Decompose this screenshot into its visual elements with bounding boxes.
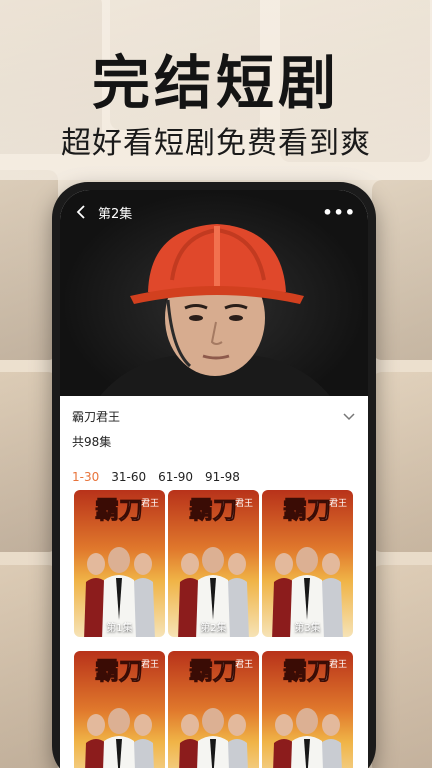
episode-poster: 霸刀 君王 [178,496,253,637]
promo-title: 完结短剧 [91,49,340,117]
episode-label: 第3集 [294,623,321,634]
episode-grid: 霸刀 君王 第1集 霸刀 君王 第2集 霸刀 君王 第3集 霸刀 君王 霸刀 君… [74,490,353,768]
background-poster [372,565,432,768]
episode-card-2[interactable]: 霸刀 君王 第2集 [168,490,259,637]
episode-poster: 霸刀 君王 [273,657,347,768]
poster-logo-sub: 君王 [329,498,347,509]
background-poster [0,170,58,360]
episode-label: 第1集 [106,623,133,634]
tab-range-1-30[interactable]: 1-30 [72,470,99,484]
background-poster [0,565,58,768]
poster-logo-sub: 君王 [235,659,253,670]
drama-title: 霸刀君王 [72,410,121,424]
episode-card-4[interactable]: 霸刀 君王 [74,651,165,768]
episode-range-tabs: 1-30 31-60 61-90 91-98 [72,470,356,484]
phone-screen: 第2集 ••• 霸刀君王 共98集 1-30 31-60 61-90 91-98 [60,190,368,768]
background-poster [0,372,58,552]
drama-info: 霸刀君王 共98集 1-30 31-60 61-90 91-98 [60,396,368,484]
episode-poster: 霸刀 君王 [179,657,253,768]
current-episode-label: 第2集 [98,206,133,222]
episode-label: 第2集 [200,623,227,634]
tab-range-61-90[interactable]: 61-90 [158,470,193,484]
poster-logo: 霸刀 [95,657,143,685]
episode-poster: 霸刀 君王 [85,657,159,768]
episode-poster: 霸刀 君王 [272,496,347,637]
poster-logo-sub: 君王 [329,659,347,670]
video-player[interactable]: 第2集 ••• [60,190,368,396]
episode-poster: 霸刀 君王 [84,496,159,637]
episode-card-1[interactable]: 霸刀 君王 第1集 [74,490,165,637]
episode-card-6[interactable]: 霸刀 君王 [262,651,353,768]
poster-logo-sub: 君王 [141,498,159,509]
poster-logo: 霸刀 [95,496,143,524]
more-options-icon[interactable]: ••• [322,203,356,222]
episode-card-5[interactable]: 霸刀 君王 [168,651,259,768]
poster-logo: 霸刀 [283,657,331,685]
tab-range-91-98[interactable]: 91-98 [205,470,240,484]
player-top-bar: 第2集 ••• [60,200,368,224]
tab-range-31-60[interactable]: 31-60 [111,470,146,484]
poster-logo: 霸刀 [189,496,237,524]
chevron-down-icon[interactable] [342,410,356,424]
poster-logo-sub: 君王 [235,498,253,509]
title-row[interactable]: 霸刀君王 [72,408,356,425]
phone-mockup: 第2集 ••• 霸刀君王 共98集 1-30 31-60 61-90 91-98 [52,182,376,768]
episode-card-3[interactable]: 霸刀 君王 第3集 [262,490,353,637]
back-arrow-icon[interactable] [72,203,90,221]
promo-subtitle: 超好看短剧免费看到爽 [61,126,371,161]
poster-logo: 霸刀 [283,496,331,524]
background-poster [372,180,432,360]
poster-logo-sub: 君王 [141,659,159,670]
background-poster [372,372,432,552]
episode-count: 共98集 [72,435,112,449]
poster-logo: 霸刀 [189,657,237,685]
